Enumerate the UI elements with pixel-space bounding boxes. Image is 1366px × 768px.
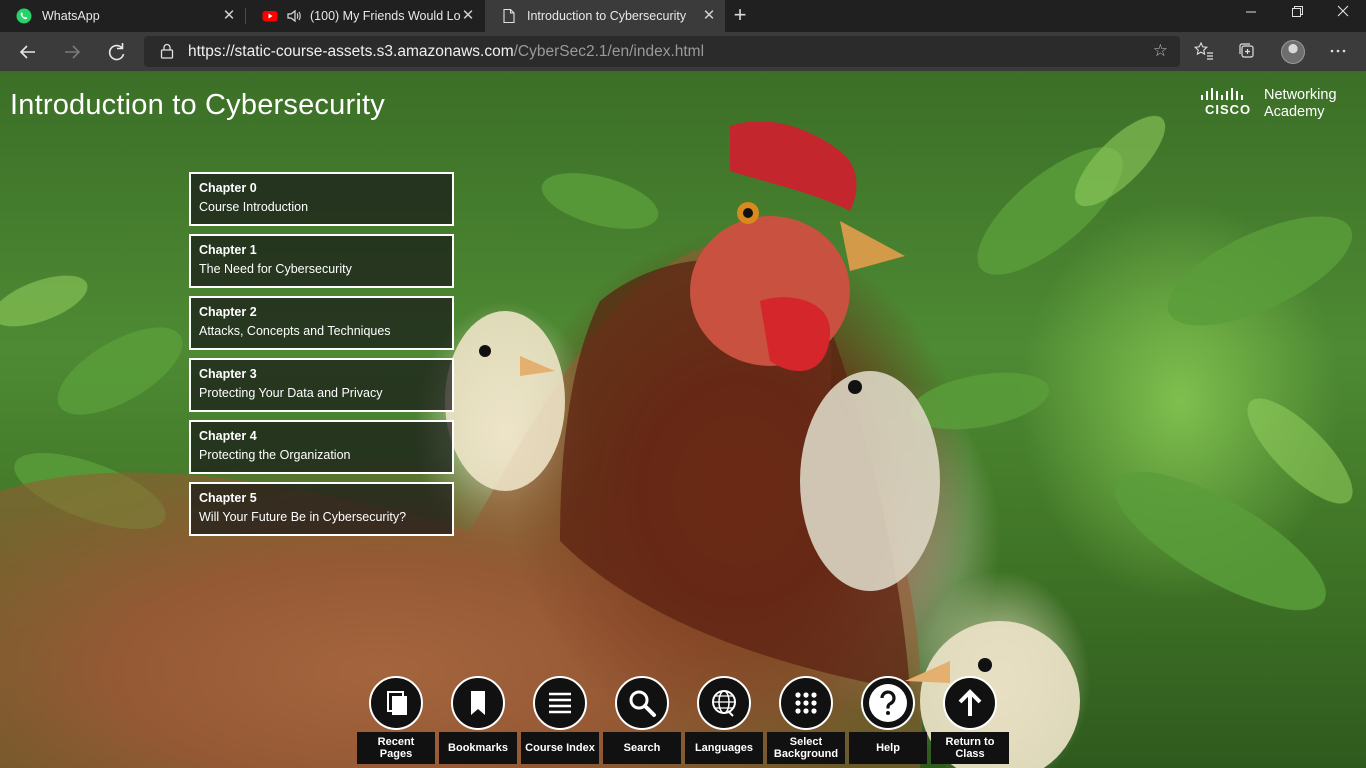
chapter-3-item[interactable]: Chapter 3 Protecting Your Data and Priva… (189, 358, 454, 412)
close-icon (1337, 5, 1349, 17)
favorites-list-icon (1193, 41, 1213, 60)
cisco-bars-icon (1201, 88, 1243, 100)
bookmarks-label[interactable]: Bookmarks (439, 732, 517, 764)
collections-button[interactable] (1236, 40, 1258, 62)
url-path: /CyberSec2.1/en/index.html (513, 43, 705, 60)
chapter-name: Protecting the Organization (199, 448, 351, 462)
chapter-number: Chapter 2 (199, 305, 257, 319)
new-tab-button[interactable]: + (728, 4, 752, 28)
chapter-1-item[interactable]: Chapter 1 The Need for Cybersecurity (189, 234, 454, 288)
bookmark-icon (471, 691, 485, 715)
favorites-button[interactable] (1193, 40, 1215, 62)
chapter-number: Chapter 0 (199, 181, 257, 195)
recent-pages-icon (387, 691, 407, 715)
help-icon (869, 684, 907, 722)
speaker-icon[interactable] (286, 8, 302, 24)
chapter-4-item[interactable]: Chapter 4 Protecting the Organization (189, 420, 454, 474)
minimize-icon (1246, 11, 1256, 13)
tab-youtube[interactable]: (100) My Friends Would Lov ✕ (246, 0, 484, 32)
page-icon (503, 8, 515, 24)
youtube-icon (262, 11, 278, 22)
tab-close-icon[interactable]: ✕ (701, 8, 717, 24)
grid-dots-icon (795, 692, 817, 714)
tab-title: (100) My Friends Would Lov (310, 9, 460, 23)
chapter-0-item[interactable]: Chapter 0 Course Introduction (189, 172, 454, 226)
chapter-number: Chapter 5 (199, 491, 257, 505)
course-page: Introduction to Cybersecurity CISCO Netw… (0, 71, 1366, 768)
tab-introduction-to-cybersecurity[interactable]: Introduction to Cybersecurity ✕ (485, 0, 725, 32)
tab-title: WhatsApp (42, 9, 100, 23)
forward-button[interactable] (58, 38, 86, 66)
chapter-name: Attacks, Concepts and Techniques (199, 324, 391, 338)
refresh-icon (108, 43, 125, 61)
favorite-star-icon[interactable]: ☆ (1153, 41, 1168, 61)
page-title: Introduction to Cybersecurity (10, 89, 385, 121)
profile-avatar[interactable] (1281, 40, 1305, 64)
select-background-label[interactable]: Select Background (767, 732, 845, 764)
languages-label[interactable]: Languages (685, 732, 763, 764)
refresh-button[interactable] (102, 38, 130, 66)
close-window-button[interactable] (1320, 0, 1366, 32)
tab-whatsapp[interactable]: WhatsApp ✕ (0, 0, 245, 32)
url-text[interactable]: https://static-course-assets.s3.amazonaw… (188, 43, 704, 61)
browser-tab-bar: WhatsApp ✕ (100) My Friends Would Lov ✕ … (0, 0, 1366, 32)
chapter-name: The Need for Cybersecurity (199, 262, 352, 276)
tab-close-icon[interactable]: ✕ (460, 8, 476, 24)
help-label[interactable]: Help (849, 732, 927, 764)
url-host: https://static-course-assets.s3.amazonaw… (188, 43, 514, 60)
bookmarks-button[interactable] (451, 676, 505, 730)
recent-pages-label[interactable]: Recent Pages (357, 732, 435, 764)
brand-line-1: Networking (1264, 87, 1337, 103)
recent-pages-button[interactable] (369, 676, 423, 730)
languages-button[interactable] (697, 676, 751, 730)
chapter-name: Course Introduction (199, 200, 309, 214)
search-label[interactable]: Search (603, 732, 681, 764)
whatsapp-icon (16, 8, 32, 24)
tab-title: Introduction to Cybersecurity (527, 9, 687, 23)
arrow-up-icon (958, 689, 982, 716)
search-icon (629, 690, 656, 717)
return-to-class-button[interactable] (943, 676, 997, 730)
chapter-5-item[interactable]: Chapter 5 Will Your Future Be in Cyberse… (189, 482, 454, 536)
browser-toolbar: https://static-course-assets.s3.amazonaw… (0, 32, 1366, 71)
address-bar[interactable]: https://static-course-assets.s3.amazonaw… (144, 36, 1180, 67)
lock-icon[interactable] (158, 42, 176, 60)
chapter-number: Chapter 3 (199, 367, 257, 381)
chapter-name: Will Your Future Be in Cybersecurity? (199, 510, 407, 524)
restore-button[interactable] (1274, 0, 1320, 32)
back-button[interactable] (14, 38, 42, 66)
cisco-networking-academy-logo[interactable]: CISCO Networking Academy (1200, 87, 1350, 123)
arrow-left-icon (19, 45, 35, 59)
chapter-number: Chapter 1 (199, 243, 257, 257)
help-button[interactable] (861, 676, 915, 730)
list-icon (549, 692, 571, 714)
cisco-wordmark: CISCO (1205, 102, 1252, 117)
arrow-right-icon (65, 45, 81, 59)
tab-close-icon[interactable]: ✕ (221, 8, 237, 24)
select-background-button[interactable] (779, 676, 833, 730)
collections-icon (1239, 43, 1254, 58)
chapter-name: Protecting Your Data and Privacy (199, 386, 383, 400)
course-index-button[interactable] (533, 676, 587, 730)
globe-icon (712, 690, 736, 717)
return-to-class-label[interactable]: Return to Class (931, 732, 1009, 764)
restore-icon (1292, 6, 1303, 17)
settings-more-button[interactable] (1327, 40, 1349, 62)
search-button[interactable] (615, 676, 669, 730)
course-index-label[interactable]: Course Index (521, 732, 599, 764)
chapter-number: Chapter 4 (199, 429, 257, 443)
more-options-icon (1330, 49, 1346, 53)
minimize-button[interactable] (1228, 0, 1274, 32)
chapter-2-item[interactable]: Chapter 2 Attacks, Concepts and Techniqu… (189, 296, 454, 350)
brand-line-2: Academy (1264, 104, 1325, 120)
